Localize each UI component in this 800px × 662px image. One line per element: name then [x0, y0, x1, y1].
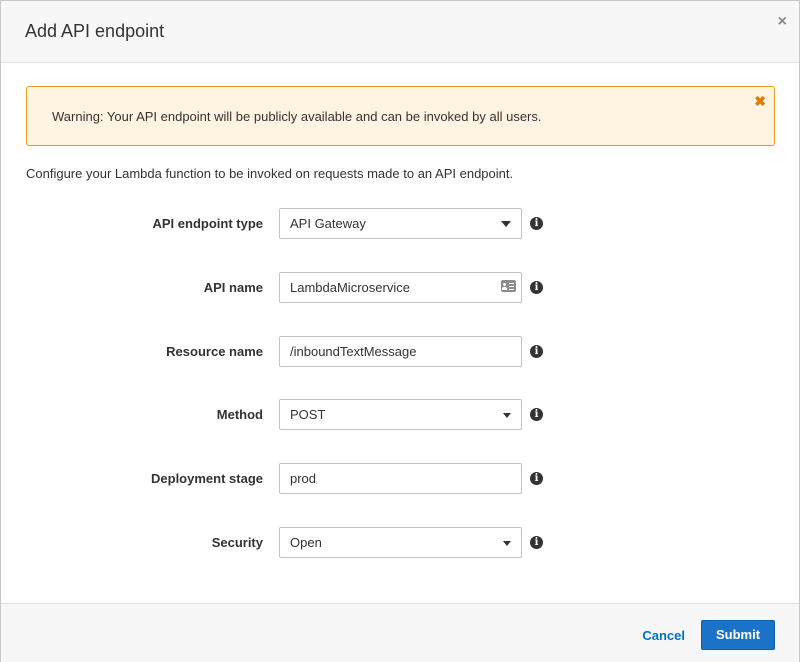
submit-button[interactable]: Submit: [701, 620, 775, 650]
chevron-down-icon: [503, 413, 511, 418]
chevron-down-icon: [503, 541, 511, 546]
info-icon[interactable]: i: [530, 472, 543, 485]
dialog-footer: Cancel Submit: [1, 603, 799, 662]
info-icon[interactable]: i: [530, 345, 543, 358]
field-row-resource-name: Resource name /inboundTextMessage i: [1, 336, 799, 368]
add-api-endpoint-dialog: Add API endpoint × Warning: Your API end…: [0, 0, 800, 662]
method-label: Method: [216, 407, 263, 422]
warning-text: Warning: Your API endpoint will be publi…: [52, 109, 542, 124]
intro-text: Configure your Lambda function to be inv…: [26, 166, 514, 181]
deployment-stage-value: prod: [290, 471, 317, 486]
method-select[interactable]: POST: [279, 399, 522, 430]
resource-name-value: /inboundTextMessage: [290, 344, 417, 359]
dialog-header: Add API endpoint ×: [1, 1, 799, 63]
api-name-input[interactable]: LambdaMicroservice: [279, 272, 522, 303]
field-row-method: Method POST i: [1, 399, 799, 431]
cancel-button[interactable]: Cancel: [642, 628, 685, 643]
security-select[interactable]: Open: [279, 527, 522, 558]
info-icon[interactable]: i: [530, 217, 543, 230]
field-row-deployment-stage: Deployment stage prod i: [1, 463, 799, 495]
field-row-api-name: API name LambdaMicroservice i: [1, 272, 799, 304]
security-label: Security: [211, 535, 263, 550]
field-row-endpoint-type: API endpoint type API Gateway i: [1, 208, 799, 240]
field-row-security: Security Open i: [1, 527, 799, 559]
api-name-label: API name: [203, 280, 263, 295]
contact-card-icon: [501, 280, 516, 292]
deployment-stage-label: Deployment stage: [151, 471, 263, 486]
warning-alert: Warning: Your API endpoint will be publi…: [26, 86, 775, 146]
close-icon[interactable]: ×: [778, 13, 787, 31]
endpoint-type-select[interactable]: API Gateway: [279, 208, 522, 239]
chevron-down-icon: [501, 221, 511, 227]
info-icon[interactable]: i: [530, 281, 543, 294]
resource-name-label: Resource name: [166, 344, 263, 359]
info-icon[interactable]: i: [530, 408, 543, 421]
method-value: POST: [290, 407, 326, 422]
api-name-value: LambdaMicroservice: [290, 280, 410, 295]
endpoint-type-label: API endpoint type: [152, 216, 264, 231]
dialog-title: Add API endpoint: [25, 21, 165, 41]
resource-name-input[interactable]: /inboundTextMessage: [279, 336, 522, 367]
endpoint-type-value: API Gateway: [290, 216, 366, 231]
info-icon[interactable]: i: [530, 536, 543, 549]
deployment-stage-input[interactable]: prod: [279, 463, 522, 494]
dismiss-warning-icon[interactable]: ✖: [754, 93, 766, 110]
security-value: Open: [290, 535, 322, 550]
